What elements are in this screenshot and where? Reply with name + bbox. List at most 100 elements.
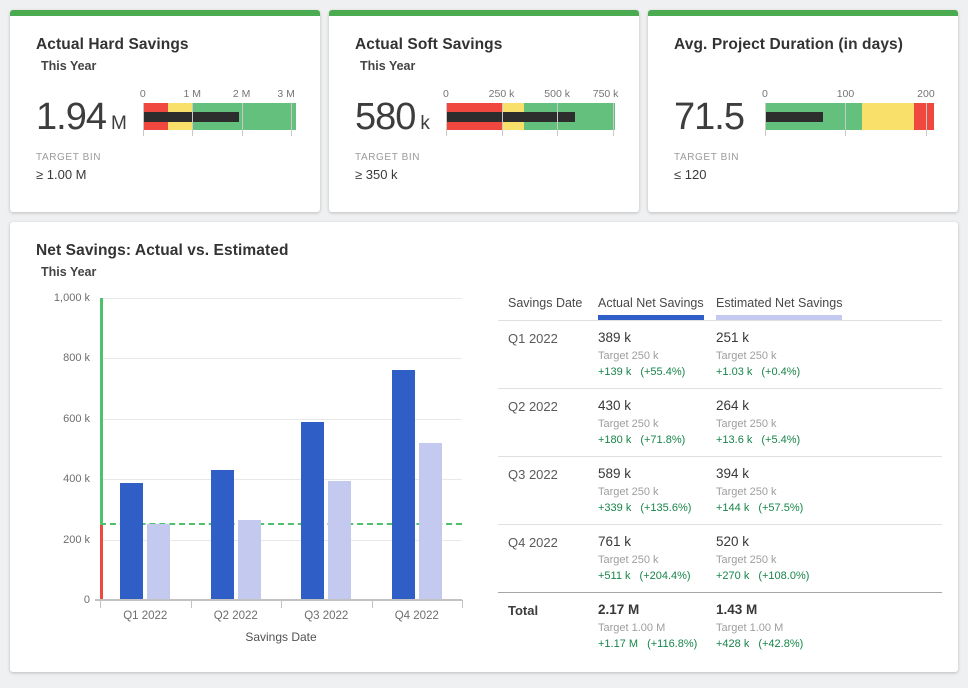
kpi-card-actual-hard-savings: Actual Hard Savings This Year 1.94M 01 M… <box>10 10 320 212</box>
target-bin-value: ≥ 350 k <box>355 167 615 182</box>
cell-target: Target 250 k <box>716 350 942 362</box>
delta-amount: +180 k <box>598 434 631 446</box>
delta-percent: (+0.4%) <box>761 366 800 378</box>
x-axis-line <box>95 599 462 601</box>
cell-value: 589 k <box>598 466 716 481</box>
estimated-bar-q2-2022[interactable] <box>238 520 261 600</box>
cell-target: Target 250 k <box>598 350 716 362</box>
bullet-measure-bar <box>446 112 575 122</box>
cell-value: 520 k <box>716 534 942 549</box>
column-header-actual: Actual Net Savings <box>598 296 716 320</box>
bullet-tick-label: 1 M <box>183 88 201 100</box>
delta-amount: +1.17 M <box>598 638 638 650</box>
bullet-tick-mark <box>765 103 766 136</box>
kpi-card-avg-project-duration: Avg. Project Duration (in days) 71.5 010… <box>648 10 958 212</box>
y-tick-label: 1,000 k <box>54 292 90 304</box>
y-axis-labels: 1,000 k800 k600 k400 k200 k0 <box>36 298 100 600</box>
bullet-tick-mark <box>845 103 846 136</box>
cell-delta: +428 k(+42.8%) <box>716 638 942 650</box>
actual-series-legend-swatch <box>598 315 704 320</box>
bar-groups <box>100 298 462 600</box>
dashboard: Actual Hard Savings This Year 1.94M 01 M… <box>0 0 968 682</box>
target-bin-label: TARGET BIN <box>36 152 296 163</box>
estimated-bar-q3-2022[interactable] <box>328 481 351 600</box>
actual-bar-q1-2022[interactable] <box>120 483 143 600</box>
column-header-estimated: Estimated Net Savings <box>716 296 942 320</box>
card-subtitle <box>679 59 934 74</box>
kpi-value: 1.94M <box>36 98 127 136</box>
estimated-bar-q4-2022[interactable] <box>419 443 442 600</box>
bullet-chart: 0100200 <box>765 88 934 130</box>
kpi-number: 1.94 <box>36 96 106 138</box>
kpi-number: 580 <box>355 96 415 138</box>
card-accent-bar <box>10 10 320 16</box>
x-category-label: Q4 2022 <box>372 610 463 622</box>
bullet-tick-label: 2 M <box>233 88 251 100</box>
kpi-value: 71.5 <box>674 98 749 136</box>
bar-chart: 1,000 k800 k600 k400 k200 k0 Q1 2022Q2 2… <box>36 286 488 660</box>
delta-percent: (+71.8%) <box>640 434 685 446</box>
bullet-chart: 0250 k500 k750 k <box>446 88 615 130</box>
cell-delta: +270 k(+108.0%) <box>716 570 942 582</box>
bullet-tick-mark <box>502 103 503 136</box>
bullet-chart: 0 1 M 2 M 3 M <box>143 88 296 130</box>
cell-value: 394 k <box>716 466 942 481</box>
x-axis-tick <box>462 600 463 608</box>
bullet-tick-mark <box>613 103 614 136</box>
table-row-q4-2022[interactable]: Q4 2022761 kTarget 250 k+511 k(+204.4%)5… <box>498 524 942 592</box>
x-axis-tick <box>191 600 192 608</box>
column-header-savings-date: Savings Date <box>508 296 598 320</box>
delta-amount: +139 k <box>598 366 631 378</box>
card-accent-bar <box>329 10 639 16</box>
table-row-q2-2022[interactable]: Q2 2022430 kTarget 250 k+180 k(+71.8%)26… <box>498 388 942 456</box>
estimated-bar-q1-2022[interactable] <box>147 524 170 600</box>
x-axis-tick <box>100 600 101 608</box>
bullet-axis-labels: 0100200 <box>765 88 934 103</box>
delta-amount: +1.03 k <box>716 366 752 378</box>
bullet-tick-label: 0 <box>443 88 449 100</box>
bullet-tick-label: 0 <box>140 88 146 100</box>
actual-cell: 761 kTarget 250 k+511 k(+204.4%) <box>598 534 716 582</box>
kpi-value: 580k <box>355 98 430 136</box>
x-axis-tick <box>372 600 373 608</box>
cell-target: Target 250 k <box>716 486 942 498</box>
bullet-tick-label: 100 <box>837 88 855 100</box>
cell-target: Target 250 k <box>716 554 942 566</box>
cell-delta: +339 k(+135.6%) <box>598 502 716 514</box>
kpi-unit: k <box>420 113 430 134</box>
panel-content: 1,000 k800 k600 k400 k200 k0 Q1 2022Q2 2… <box>36 286 958 660</box>
estimated-cell: 394 kTarget 250 k+144 k(+57.5%) <box>716 466 942 514</box>
card-title: Actual Soft Savings <box>355 36 615 54</box>
table-body: Q1 2022389 kTarget 250 k+139 k(+55.4%)25… <box>498 320 942 660</box>
plot-area <box>100 298 462 600</box>
table-row-q1-2022[interactable]: Q1 2022389 kTarget 250 k+139 k(+55.4%)25… <box>498 320 942 388</box>
actual-cell: 2.17 MTarget 1.00 M+1.17 M(+116.8%) <box>598 602 716 650</box>
bullet-tick-mark <box>242 103 243 136</box>
cell-target: Target 250 k <box>598 418 716 430</box>
bullet-tick-label: 200 <box>917 88 935 100</box>
kpi-body: 580k 0250 k500 k750 k <box>355 88 615 136</box>
cell-target: Target 250 k <box>716 418 942 430</box>
actual-bar-q2-2022[interactable] <box>211 470 234 600</box>
bullet-tick-mark <box>446 103 447 136</box>
x-category-label: Q1 2022 <box>100 610 191 622</box>
table-row-total[interactable]: Total2.17 MTarget 1.00 M+1.17 M(+116.8%)… <box>498 592 942 660</box>
x-axis-title: Savings Date <box>100 630 462 644</box>
net-savings-panel: Net Savings: Actual vs. Estimated This Y… <box>10 222 958 672</box>
delta-amount: +144 k <box>716 502 749 514</box>
actual-bar-q3-2022[interactable] <box>301 422 324 600</box>
x-category-label: Q2 2022 <box>191 610 282 622</box>
actual-cell: 389 kTarget 250 k+139 k(+55.4%) <box>598 330 716 378</box>
y-tick-label: 600 k <box>63 413 90 425</box>
cell-delta: +139 k(+55.4%) <box>598 366 716 378</box>
estimated-cell: 1.43 MTarget 1.00 M+428 k(+42.8%) <box>716 602 942 650</box>
kpi-body: 71.5 0100200 <box>674 88 934 136</box>
actual-cell: 589 k Target 250 k +339 k(+135.6%) <box>598 466 716 514</box>
bullet-track <box>446 103 615 130</box>
table-row-q3-2022[interactable]: Q3 2022589 kTarget 250 k+339 k(+135.6%)3… <box>498 456 942 524</box>
cell-target: Target 250 k <box>598 486 716 498</box>
estimated-cell: 264 kTarget 250 k+13.6 k(+5.4%) <box>716 398 942 446</box>
bullet-tick-label: 3 M <box>277 88 295 100</box>
cell-target: Target 1.00 M <box>716 622 942 634</box>
actual-bar-q4-2022[interactable] <box>392 370 415 600</box>
